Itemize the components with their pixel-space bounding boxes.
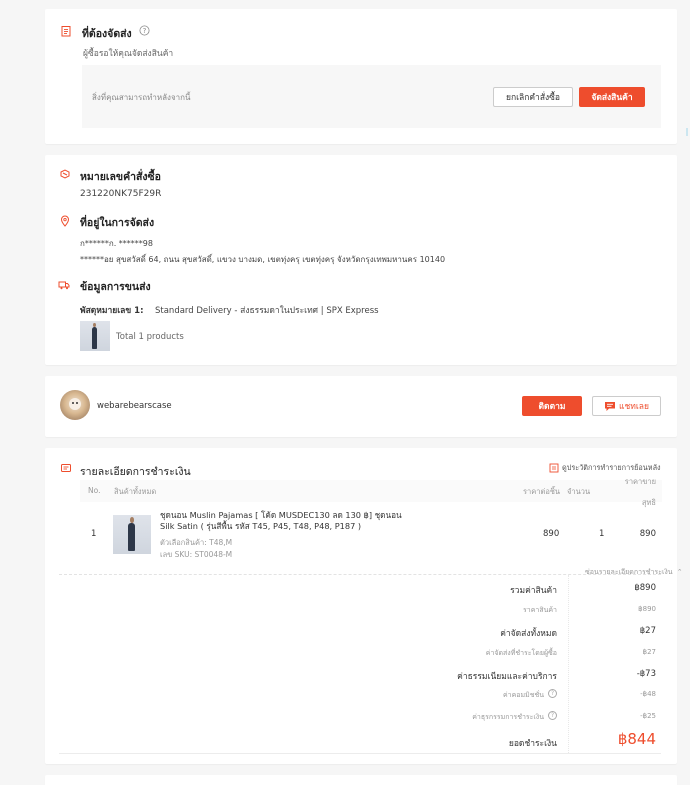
summary-label-5: ค่าคอมมิชชั่น (502, 691, 544, 699)
question-circle-icon[interactable]: ? (139, 25, 150, 36)
summary-label-3: ค่าจัดส่งที่ชำระโดยผู้ซื้อ (485, 649, 557, 657)
shipping-address: ******อย สุขสวัสดิ์ 64, ถนน สุขสวัสดิ์, … (80, 255, 446, 264)
parcel-label: พัสดุหมายเลข 1: (80, 306, 144, 316)
location-pin-icon (60, 215, 70, 227)
to-ship-actions-panel: สิ่งที่คุณสามารถทำหลังจากนี้ ยกเลิกคำสั่… (82, 65, 661, 128)
summary-bottom-line (59, 753, 661, 754)
product-thumbnail[interactable] (80, 321, 110, 351)
shipping-info-title: ข้อมูลการขนส่ง (80, 281, 151, 293)
summary-value-6: -฿25 (640, 712, 656, 720)
order-number-title: หมายเลขคำสั่งซื้อ (80, 171, 161, 183)
side-marker (686, 128, 688, 136)
order-number-icon (60, 169, 70, 179)
chat-button[interactable]: แชทเลย (592, 396, 661, 416)
order-info-card: หมายเลขคำสั่งซื้อ 231220NK75F29R ที่อยู่… (45, 155, 677, 365)
payment-summary: รวมค่าสินค้า ฿890 ราคาสินค้า ฿890 ค่าจัด… (45, 448, 677, 764)
question-circle-icon[interactable]: ? (548, 689, 557, 698)
to-ship-hint: สิ่งที่คุณสามารถทำหลังจากนี้ (92, 93, 191, 102)
parcel-info: Standard Delivery - ส่งธรรมดาในประเทศ | … (155, 306, 379, 316)
chat-label: แชทเลย (619, 402, 649, 412)
recipient-name: ก******ก. ******98 (80, 239, 153, 248)
svg-text:?: ? (143, 27, 147, 35)
next-card (45, 775, 677, 785)
buyer-card: webarebearscase ติดตาม แชทเลย (45, 376, 677, 437)
total-value: ฿844 (617, 730, 656, 748)
question-circle-icon[interactable]: ? (548, 711, 557, 720)
total-products: Total 1 products (116, 332, 184, 342)
summary-value-2: ฿27 (639, 626, 656, 636)
clipboard-icon (61, 26, 71, 37)
ship-button[interactable]: จัดส่งสินค้า (579, 87, 645, 107)
chat-bubble-icon (605, 401, 616, 411)
to-ship-card: ที่ต้องจัดส่ง ? ผู้ซื้อรอให้คุณจัดส่งสิน… (45, 9, 677, 144)
shipping-address-title: ที่อยู่ในการจัดส่ง (80, 217, 155, 229)
cancel-order-button[interactable]: ยกเลิกคำสั่งซื้อ (493, 87, 573, 107)
to-ship-subtitle: ผู้ซื้อรอให้คุณจัดส่งสินค้า (83, 49, 174, 59)
summary-label-1: ราคาสินค้า (523, 606, 557, 614)
summary-value-5: -฿48 (640, 690, 656, 698)
follow-button[interactable]: ติดตาม (522, 396, 582, 416)
total-label: ยอดชำระเงิน (508, 739, 557, 749)
chevron-up-icon: ⌃ (676, 568, 683, 576)
summary-label-2: ค่าจัดส่งทั้งหมด (500, 629, 557, 639)
summary-label-4: ค่าธรรมเนียมและค่าบริการ (457, 672, 557, 682)
buyer-username[interactable]: webarebearscase (97, 401, 172, 411)
summary-value-1: ฿890 (638, 605, 656, 613)
to-ship-title: ที่ต้องจัดส่ง (82, 28, 132, 40)
order-number: 231220NK75F29R (80, 189, 162, 199)
summary-value-3: ฿27 (642, 648, 656, 656)
truck-icon (58, 281, 70, 290)
summary-label-0: รวมค่าสินค้า (510, 586, 557, 596)
summary-value-0: ฿890 (634, 583, 656, 593)
payment-card: รายละเอียดการชำระเงิน ดูประวัติการทำรายก… (45, 448, 683, 764)
summary-label-6: ค่าธุรกรรมการชำระเงิน (472, 713, 544, 721)
avatar[interactable] (60, 390, 90, 420)
summary-value-4: -฿73 (636, 669, 656, 679)
